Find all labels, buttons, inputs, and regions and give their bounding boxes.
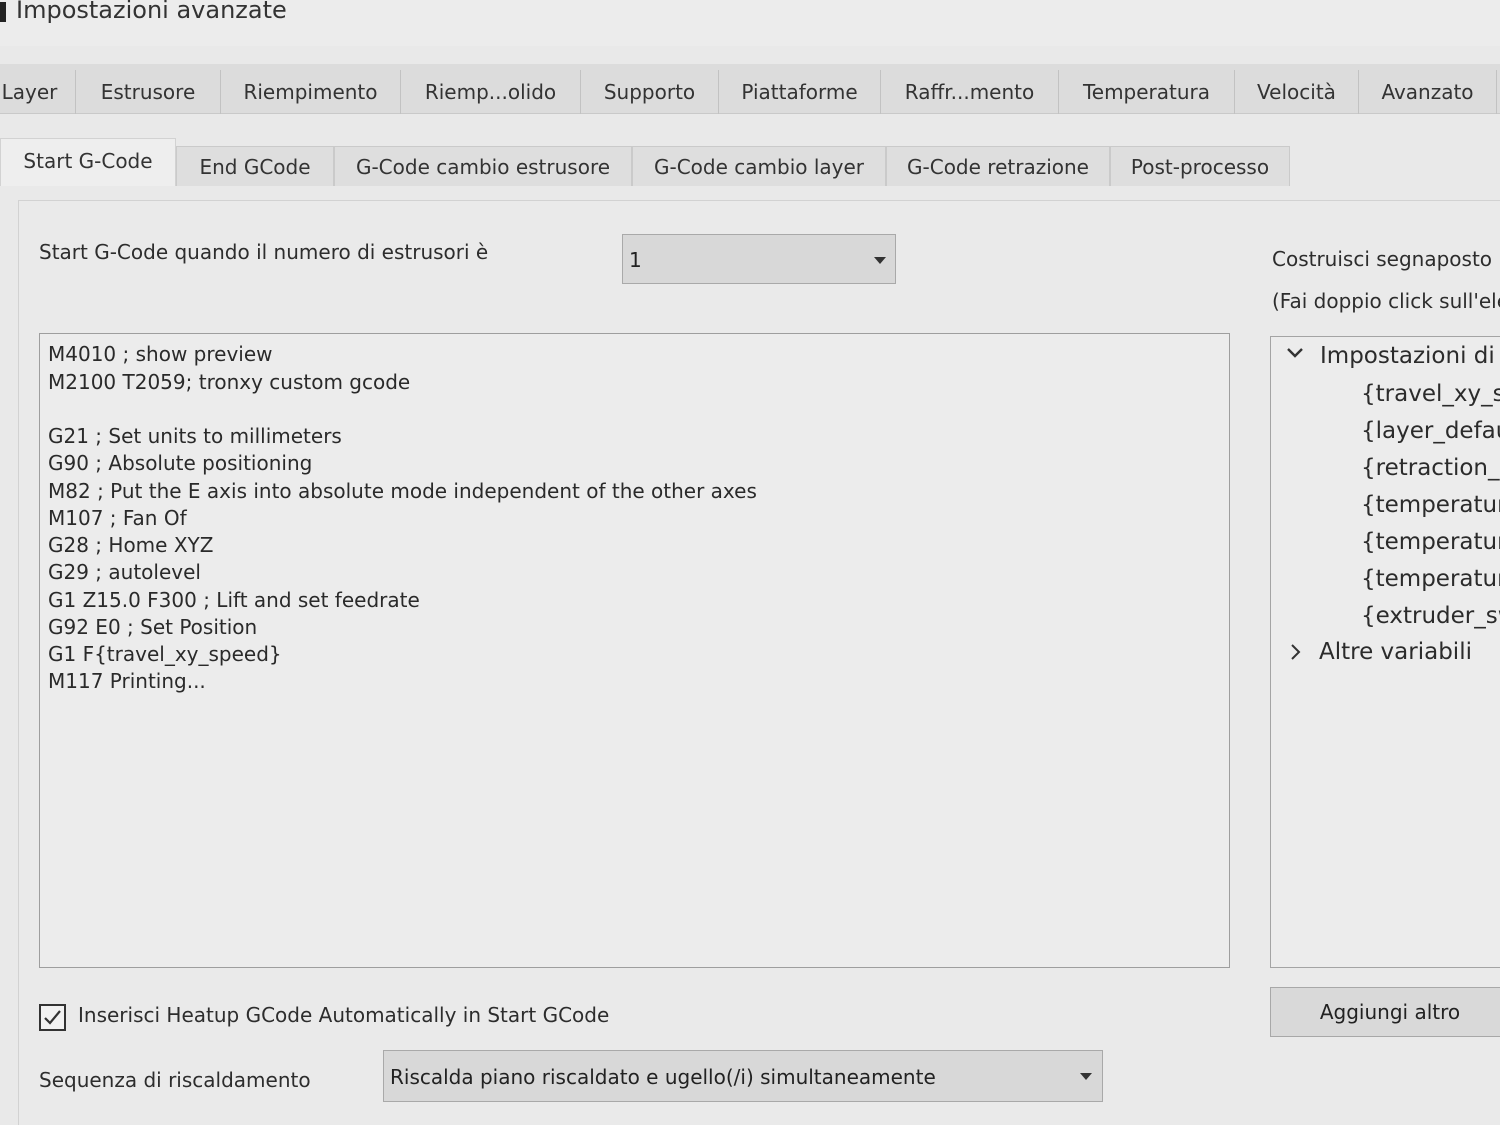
heating-sequence-value: Riscalda piano riscaldato e ugello(/i) s… [390, 1065, 936, 1089]
tab-estrusore[interactable]: Estrusore [76, 70, 221, 114]
tree-item[interactable]: {temperature [1361, 529, 1500, 555]
gcode-line: G21 ; Set units to millimeters [48, 424, 342, 448]
extruder-count-label: Start G-Code quando il numero di estruso… [39, 240, 489, 264]
tab-layer[interactable]: Layer [0, 70, 76, 114]
tab-gcode-cambio-estrusore[interactable]: G-Code cambio estrusore [334, 146, 632, 186]
tab-piattaforme[interactable]: Piattaforme [719, 70, 881, 114]
heating-sequence-label: Sequenza di riscaldamento [39, 1068, 311, 1092]
tree-item[interactable]: {extruder_sw [1361, 603, 1500, 629]
tab-end-gcode[interactable]: End GCode [176, 146, 334, 186]
tab-avanzato[interactable]: Avanzato [1359, 70, 1497, 114]
chevron-down-icon [1080, 1073, 1092, 1080]
heatup-checkbox[interactable] [39, 1004, 66, 1031]
tab-riempimento-solido[interactable]: Riemp...olido [401, 70, 581, 114]
chevron-right-icon[interactable] [1285, 642, 1305, 667]
gcode-line: G92 E0 ; Set Position [48, 615, 258, 639]
tree-item[interactable]: {layer_defaul [1361, 418, 1500, 444]
placeholder-tree[interactable]: Impostazioni di {travel_xy_sp {layer_def… [1270, 336, 1500, 968]
gcode-line: G90 ; Absolute positioning [48, 451, 313, 475]
tree-group-altre-variabili[interactable]: Altre variabili [1319, 639, 1472, 665]
tab-velocita[interactable]: Velocità [1235, 70, 1359, 114]
extruder-count-value: 1 [629, 248, 642, 272]
gcode-line: G29 ; autolevel [48, 560, 201, 584]
tab-start-gcode[interactable]: Start G-Code [0, 138, 176, 186]
gcode-editor[interactable]: M4010 ; show preview M2100 T2059; tronxy… [39, 333, 1230, 968]
checkmark-icon [44, 1010, 61, 1025]
chevron-down-icon [874, 257, 886, 264]
gcode-line: G1 F{travel_xy_speed} [48, 642, 282, 666]
chevron-down-icon[interactable] [1285, 343, 1305, 368]
add-more-button[interactable]: Aggiungi altro [1270, 987, 1500, 1037]
title-bar: Impostazioni avanzate [0, 0, 1500, 46]
gcode-line: G1 Z15.0 F300 ; Lift and set feedrate [48, 588, 420, 612]
gcode-line: M107 ; Fan Of [48, 506, 187, 530]
main-tab-bar: Layer Estrusore Riempimento Riemp...olid… [0, 64, 1500, 114]
gcode-line: M2100 T2059; tronxy custom gcode [48, 370, 411, 394]
gcode-line: G28 ; Home XYZ [48, 533, 214, 557]
tree-group-impostazioni[interactable]: Impostazioni di [1320, 343, 1495, 369]
window-title: Impostazioni avanzate [16, 0, 287, 24]
placeholder-title: Costruisci segnaposto [1272, 247, 1493, 271]
tab-riempimento[interactable]: Riempimento [221, 70, 401, 114]
tab-temperatura[interactable]: Temperatura [1059, 70, 1235, 114]
heating-sequence-select[interactable]: Riscalda piano riscaldato e ugello(/i) s… [383, 1050, 1103, 1102]
tab-gcode-retrazione[interactable]: G-Code retrazione [886, 146, 1110, 186]
extruder-count-select[interactable]: 1 [622, 234, 896, 284]
heatup-checkbox-label: Inserisci Heatup GCode Automatically in … [78, 1003, 610, 1027]
gcode-tab-bar: Start G-Code End GCode G-Code cambio est… [0, 136, 1300, 186]
tab-supporto[interactable]: Supporto [581, 70, 719, 114]
app-icon [0, 2, 6, 22]
tab-post-processo[interactable]: Post-processo [1110, 146, 1290, 186]
tab-raffreddamento[interactable]: Raffr...mento [881, 70, 1059, 114]
tree-item[interactable]: {temperature [1361, 566, 1500, 592]
tree-item[interactable]: {retraction_s [1361, 455, 1500, 481]
gcode-line: M117 Printing... [48, 669, 206, 693]
gcode-line: M82 ; Put the E axis into absolute mode … [48, 479, 757, 503]
tree-item[interactable]: {temperature [1361, 492, 1500, 518]
gcode-line: M4010 ; show preview [48, 342, 273, 366]
placeholder-hint: (Fai doppio click sull'ele [1272, 289, 1500, 313]
tab-gcode-cambio-layer[interactable]: G-Code cambio layer [632, 146, 886, 186]
tree-item[interactable]: {travel_xy_sp [1361, 381, 1500, 407]
